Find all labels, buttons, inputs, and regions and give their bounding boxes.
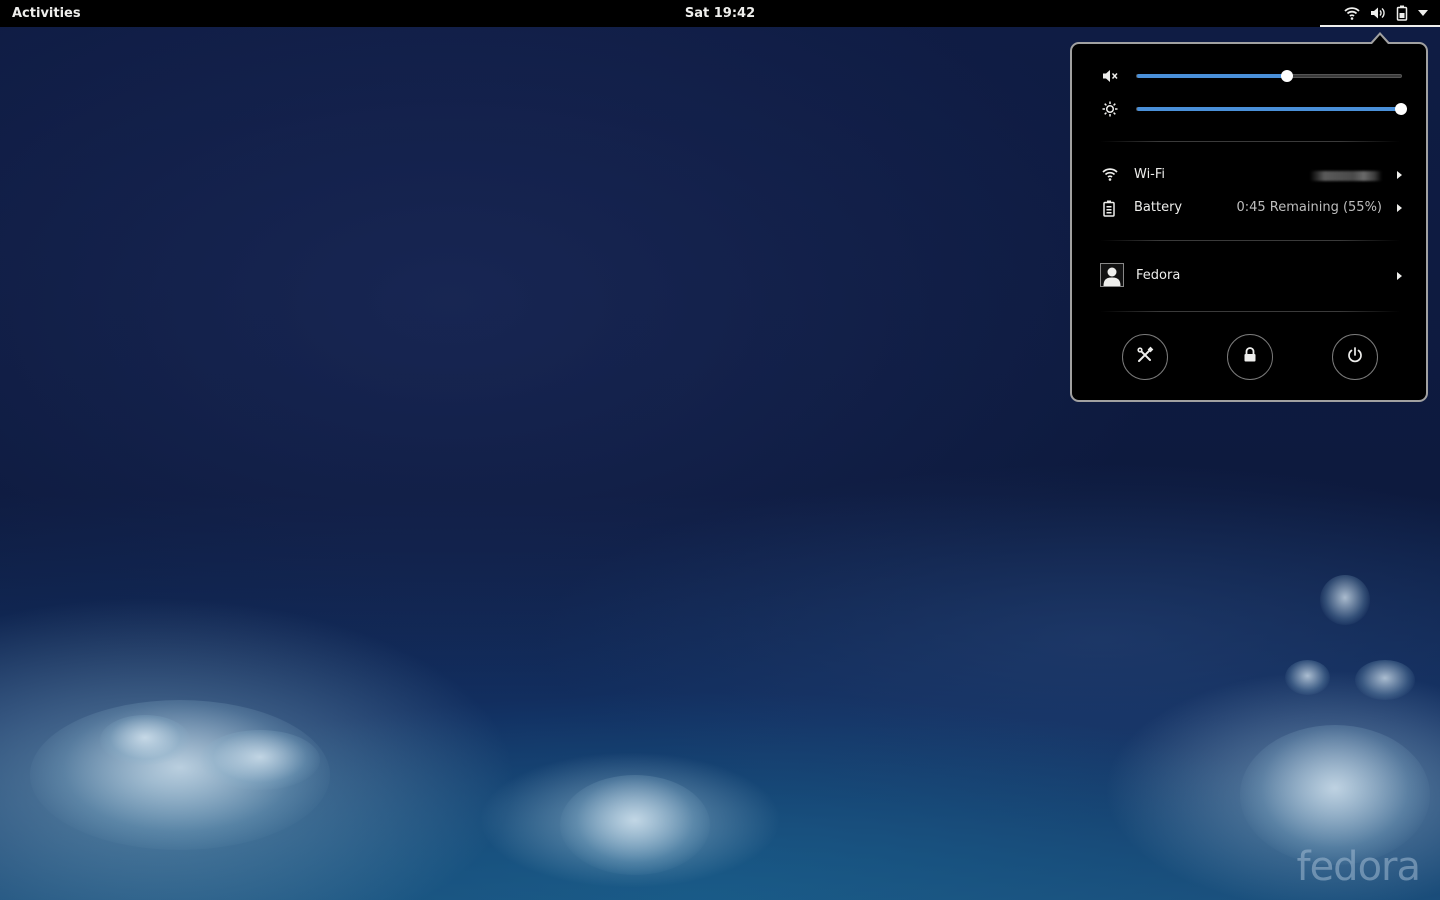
clock[interactable]: Sat 19:42 (0, 6, 1440, 21)
submenu-arrow-icon (1397, 204, 1402, 212)
battery-icon (1102, 200, 1116, 221)
user-menu-item[interactable]: Fedora (1098, 263, 1408, 289)
settings-tools-icon (1136, 346, 1154, 368)
brightness-slider-fill (1137, 107, 1401, 111)
wifi-menu-item[interactable]: Wi-Fi (1098, 162, 1408, 188)
wallpaper-cloud (560, 775, 710, 875)
power-icon (1347, 347, 1363, 367)
lock-icon (1243, 347, 1257, 367)
top-bar: Activities Sat 19:42 (0, 0, 1440, 27)
volume-muted-icon (1102, 68, 1118, 88)
menu-separator (1100, 240, 1400, 241)
wallpaper-cloud (1320, 575, 1370, 625)
volume-slider[interactable] (1136, 70, 1402, 82)
brightness-row (1102, 99, 1407, 121)
dropdown-arrow-icon (1418, 9, 1428, 16)
wallpaper-cloud (1355, 660, 1415, 700)
wifi-icon (1344, 6, 1360, 20)
volume-slider-handle[interactable] (1281, 70, 1294, 82)
system-status-area[interactable] (1320, 0, 1440, 27)
wifi-network-name-redacted (1310, 171, 1382, 181)
lock-button[interactable] (1227, 334, 1273, 380)
brightness-icon (1102, 101, 1118, 121)
wallpaper-cloud (100, 715, 190, 765)
menu-separator (1100, 141, 1400, 142)
battery-label: Battery (1134, 200, 1183, 215)
submenu-arrow-icon (1397, 171, 1402, 179)
brightness-slider[interactable] (1136, 103, 1407, 115)
battery-menu-item[interactable]: Battery 0:45 Remaining (55%) (1098, 195, 1408, 221)
volume-icon (1370, 6, 1386, 20)
wallpaper-cloud (1285, 660, 1330, 695)
battery-icon (1396, 5, 1408, 21)
menu-pointer-arrow-inner (1372, 35, 1388, 44)
system-menu: Wi-Fi Battery 0:45 Remaining (55%) Fedor… (1070, 42, 1428, 402)
user-name-label: Fedora (1136, 268, 1181, 283)
volume-row (1102, 66, 1402, 86)
power-button[interactable] (1332, 334, 1378, 380)
battery-status: 0:45 Remaining (55%) (1236, 200, 1382, 215)
settings-button[interactable] (1122, 334, 1168, 380)
wifi-label: Wi-Fi (1134, 167, 1166, 182)
menu-separator (1100, 311, 1400, 312)
fedora-wallpaper-logo: fedora (1296, 844, 1421, 890)
wallpaper-cloud (200, 730, 320, 790)
wifi-icon (1102, 167, 1118, 185)
brightness-slider-handle[interactable] (1395, 103, 1407, 115)
volume-slider-fill (1137, 74, 1288, 78)
submenu-arrow-icon (1397, 272, 1402, 280)
avatar (1100, 263, 1124, 287)
